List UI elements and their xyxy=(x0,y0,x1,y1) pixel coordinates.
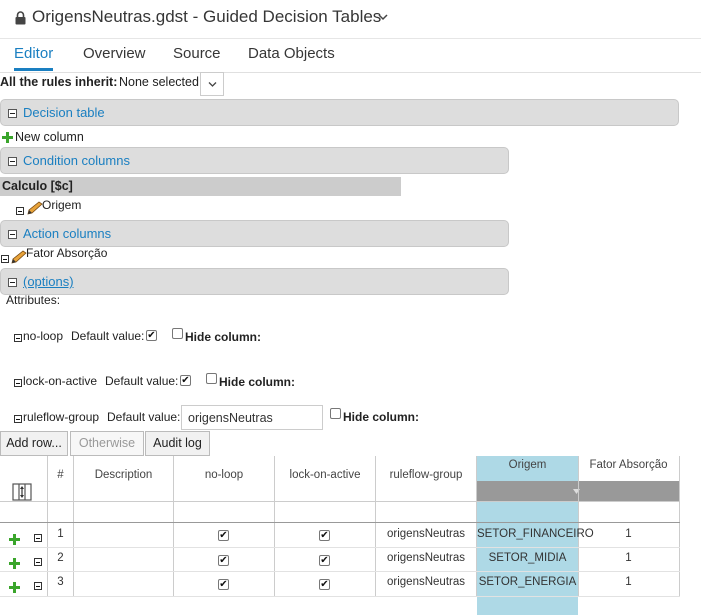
condition-pattern-label: Calculo [$c] xyxy=(2,179,73,193)
ruleflow-group-cell[interactable]: origensNeutras xyxy=(376,576,476,588)
options-link[interactable]: (options) xyxy=(23,274,74,289)
collapse-icon[interactable] xyxy=(8,157,17,166)
otherwise-button[interactable]: Otherwise xyxy=(70,431,144,456)
column-header-origem[interactable]: Origem xyxy=(477,459,578,471)
decision-table-grid: # Description no-loop lock-on-active rul… xyxy=(0,456,701,615)
add-row-icon[interactable] xyxy=(9,534,20,545)
row-number: 3 xyxy=(57,576,64,588)
fator-cell[interactable]: 1 xyxy=(578,576,679,588)
delete-attribute-icon[interactable] xyxy=(14,334,22,342)
condition-pattern-row: Calculo [$c] xyxy=(0,177,401,196)
column-picker-icon[interactable] xyxy=(12,482,32,502)
delete-row-icon[interactable] xyxy=(34,534,42,542)
hide-column-label: Hide column: xyxy=(219,375,296,389)
lock-on-active-checkbox[interactable]: ✔ xyxy=(319,579,330,590)
inherit-label: All the rules inherit: xyxy=(0,75,118,89)
lock-icon xyxy=(15,11,26,25)
tab-bar: Editor Overview Source Data Objects xyxy=(0,38,701,73)
attributes-heading: Attributes: xyxy=(6,293,61,307)
inherit-selected-value: None selected xyxy=(119,75,199,89)
decision-table-section[interactable]: Decision table xyxy=(0,99,679,126)
column-header-lock-on-active[interactable]: lock-on-active xyxy=(275,469,375,481)
hide-column-checkbox[interactable] xyxy=(206,373,217,384)
options-section[interactable]: (options) xyxy=(0,268,509,295)
section-label: Condition columns xyxy=(23,153,130,168)
add-icon[interactable] xyxy=(2,132,13,143)
hide-column-label: Hide column: xyxy=(343,410,420,424)
default-value-label: Default value: xyxy=(107,410,181,424)
row-number: 1 xyxy=(57,528,64,540)
delete-attribute-icon[interactable] xyxy=(14,415,22,423)
condition-columns-section[interactable]: Condition columns xyxy=(0,147,509,174)
hide-column-label: Hide column: xyxy=(185,330,262,344)
attribute-name: lock-on-active xyxy=(23,374,98,388)
page-title: OrigensNeutras.gdst - Guided Decision Ta… xyxy=(32,7,382,26)
default-value-checkbox[interactable]: ✔ xyxy=(180,375,191,386)
no-loop-checkbox[interactable]: ✔ xyxy=(218,555,229,566)
delete-row-icon[interactable] xyxy=(34,558,42,566)
inherit-dropdown-button[interactable] xyxy=(200,72,224,96)
lock-on-active-checkbox[interactable]: ✔ xyxy=(319,530,330,541)
default-value-label: Default value: xyxy=(71,329,145,343)
origem-cell[interactable]: SETOR_ENERGIA xyxy=(477,576,578,588)
ruleflow-group-cell[interactable]: origensNeutras xyxy=(376,528,476,540)
default-value-label: Default value: xyxy=(105,374,179,388)
column-header-no-loop[interactable]: no-loop xyxy=(174,469,274,481)
delete-column-icon[interactable] xyxy=(1,255,9,263)
delete-column-icon[interactable] xyxy=(16,207,24,215)
collapse-icon[interactable] xyxy=(8,109,17,118)
title-bar: OrigensNeutras.gdst - Guided Decision Ta… xyxy=(0,0,701,39)
ruleflow-group-cell[interactable]: origensNeutras xyxy=(376,552,476,564)
audit-log-button[interactable]: Audit log xyxy=(145,431,210,456)
lock-on-active-checkbox[interactable]: ✔ xyxy=(319,555,330,566)
tab-overview[interactable]: Overview xyxy=(83,45,146,68)
add-row-icon[interactable] xyxy=(9,558,20,569)
collapse-icon[interactable] xyxy=(8,230,17,239)
origem-cell[interactable]: SETOR_FINANCEIRO xyxy=(477,528,594,540)
fator-cell[interactable]: 1 xyxy=(578,528,679,540)
add-row-icon[interactable] xyxy=(9,582,20,593)
chevron-down-icon xyxy=(208,82,217,87)
default-value-checkbox[interactable]: ✔ xyxy=(146,330,157,341)
delete-attribute-icon[interactable] xyxy=(14,379,22,387)
origem-filter-bar[interactable] xyxy=(477,481,578,501)
no-loop-checkbox[interactable]: ✔ xyxy=(218,530,229,541)
attribute-name: ruleflow-group xyxy=(23,410,100,424)
fator-cell[interactable]: 1 xyxy=(578,552,679,564)
action-column-label: Fator Absorção xyxy=(26,246,108,260)
condition-column-label: Origem xyxy=(42,198,82,212)
column-header-ruleflow-group[interactable]: ruleflow-group xyxy=(376,469,476,481)
hide-column-checkbox[interactable] xyxy=(172,328,183,339)
hide-column-checkbox[interactable] xyxy=(330,408,341,419)
new-column-link[interactable]: New column xyxy=(15,130,84,144)
collapse-icon[interactable] xyxy=(8,278,17,287)
column-header-fator-absorcao[interactable]: Fator Absorção xyxy=(578,459,679,471)
delete-row-icon[interactable] xyxy=(34,582,42,590)
action-columns-section[interactable]: Action columns xyxy=(0,220,509,247)
tab-source[interactable]: Source xyxy=(173,45,221,68)
column-header-description[interactable]: Description xyxy=(74,469,173,481)
chevron-down-icon[interactable] xyxy=(378,12,388,22)
section-label: Action columns xyxy=(23,226,112,241)
column-header-number[interactable]: # xyxy=(48,469,73,481)
no-loop-checkbox[interactable]: ✔ xyxy=(218,579,229,590)
ruleflow-group-input[interactable] xyxy=(181,405,323,430)
tab-data-objects[interactable]: Data Objects xyxy=(248,45,335,68)
row-number: 2 xyxy=(57,552,64,564)
add-row-button[interactable]: Add row... xyxy=(0,431,68,456)
tab-editor[interactable]: Editor xyxy=(14,45,54,71)
fator-filter-bar xyxy=(578,481,679,501)
section-label: Decision table xyxy=(23,105,105,120)
origem-cell[interactable]: SETOR_MIDIA xyxy=(477,552,578,564)
attribute-name: no-loop xyxy=(23,329,64,343)
